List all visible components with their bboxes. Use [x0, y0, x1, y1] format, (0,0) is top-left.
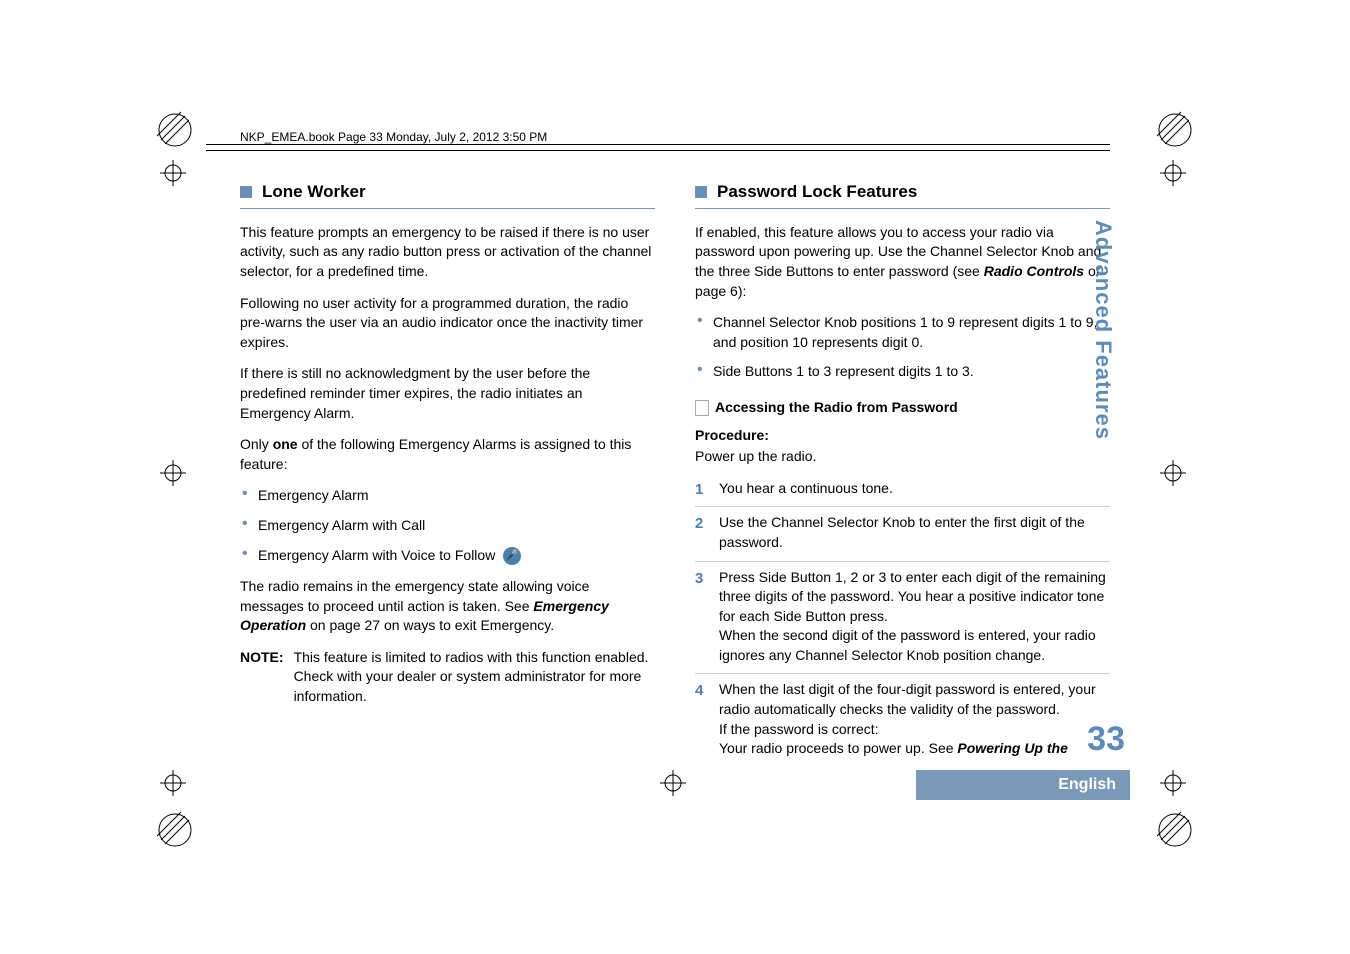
- registration-mark-icon: [160, 770, 186, 796]
- registration-mark-icon: [1160, 160, 1186, 186]
- list-text: Emergency Alarm: [258, 487, 368, 503]
- list-item: Emergency Alarm with Voice to Follow 🎤: [240, 546, 655, 566]
- heading-text: Lone Worker: [262, 180, 366, 204]
- left-column: Lone Worker This feature prompts an emer…: [240, 180, 655, 767]
- heading-square-icon: [695, 186, 707, 198]
- heading-square-icon: [240, 186, 252, 198]
- list-item: Emergency Alarm with Call: [240, 516, 655, 536]
- text: of the following Emergency Alarms is ass…: [240, 436, 631, 472]
- heading-text: Password Lock Features: [717, 180, 917, 204]
- paragraph: Only one of the following Emergency Alar…: [240, 435, 655, 474]
- paragraph: The radio remains in the emergency state…: [240, 577, 655, 636]
- list-item: Emergency Alarm: [240, 486, 655, 506]
- registration-mark-icon: [160, 160, 186, 186]
- step-text: You hear a continuous tone.: [719, 480, 893, 496]
- right-column: Password Lock Features If enabled, this …: [695, 180, 1110, 767]
- procedure-intro: Power up the radio.: [695, 448, 816, 464]
- page-number: 33: [1087, 720, 1125, 759]
- language-label: English: [1058, 776, 1116, 794]
- corner-mark-icon: [155, 810, 195, 850]
- registration-mark-icon: [660, 770, 686, 796]
- step-item: When the last digit of the four-digit pa…: [695, 673, 1110, 766]
- paragraph: This feature prompts an emergency to be …: [240, 223, 655, 282]
- note-block: NOTE: This feature is limited to radios …: [240, 648, 655, 707]
- note-label: NOTE:: [240, 648, 284, 707]
- subheading-text: Accessing the Radio from Password: [715, 398, 958, 418]
- note-text: This feature is limited to radios with t…: [294, 648, 655, 707]
- text-bold: one: [273, 436, 298, 452]
- section-heading-lone-worker: Lone Worker: [240, 180, 655, 209]
- list-text: Emergency Alarm with Voice to Follow: [258, 547, 495, 563]
- registration-mark-icon: [160, 460, 186, 486]
- page-content: Lone Worker This feature prompts an emer…: [240, 110, 1110, 767]
- section-heading-password: Password Lock Features: [695, 180, 1110, 209]
- text-bold-italic: Powering Up the: [957, 740, 1067, 756]
- list-text: Side Buttons 1 to 3 represent digits 1 t…: [713, 363, 974, 379]
- procedure-label: Procedure:: [695, 426, 1110, 446]
- corner-mark-icon: [1155, 110, 1195, 150]
- registration-mark-icon: [1160, 770, 1186, 796]
- sidebar-section-title: Advanced Features: [1090, 220, 1116, 440]
- step-text: Press Side Button 1, 2 or 3 to enter eac…: [719, 569, 1106, 663]
- paragraph: If there is still no acknowledgment by t…: [240, 364, 655, 423]
- list-text: Emergency Alarm with Call: [258, 517, 425, 533]
- sidebar: Advanced Features: [1090, 220, 1120, 440]
- step-text: Use the Channel Selector Knob to enter t…: [719, 514, 1085, 550]
- text: Only: [240, 436, 273, 452]
- paragraph: If enabled, this feature allows you to a…: [695, 223, 1110, 301]
- list-item: Channel Selector Knob positions 1 to 9 r…: [695, 313, 1110, 352]
- list-text: Channel Selector Knob positions 1 to 9 r…: [713, 314, 1097, 350]
- microphone-icon: 🎤: [503, 547, 521, 565]
- corner-mark-icon: [1155, 810, 1195, 850]
- procedure-steps: You hear a continuous tone. Use the Chan…: [695, 473, 1110, 767]
- registration-mark-icon: [1160, 460, 1186, 486]
- step-item: Use the Channel Selector Knob to enter t…: [695, 506, 1110, 560]
- step-item: You hear a continuous tone.: [695, 473, 1110, 507]
- subheading-accessing: Accessing the Radio from Password: [695, 398, 1110, 418]
- text-bold-italic: Radio Controls: [984, 263, 1084, 279]
- paragraph: Following no user activity for a program…: [240, 294, 655, 353]
- alarm-list: Emergency Alarm Emergency Alarm with Cal…: [240, 486, 655, 565]
- password-list: Channel Selector Knob positions 1 to 9 r…: [695, 313, 1110, 382]
- step-item: Press Side Button 1, 2 or 3 to enter eac…: [695, 561, 1110, 674]
- language-bar: English: [916, 770, 1130, 800]
- document-icon: [695, 400, 709, 416]
- corner-mark-icon: [155, 110, 195, 150]
- text: on page 27 on ways to exit Emergency.: [306, 617, 554, 633]
- list-item: Side Buttons 1 to 3 represent digits 1 t…: [695, 362, 1110, 382]
